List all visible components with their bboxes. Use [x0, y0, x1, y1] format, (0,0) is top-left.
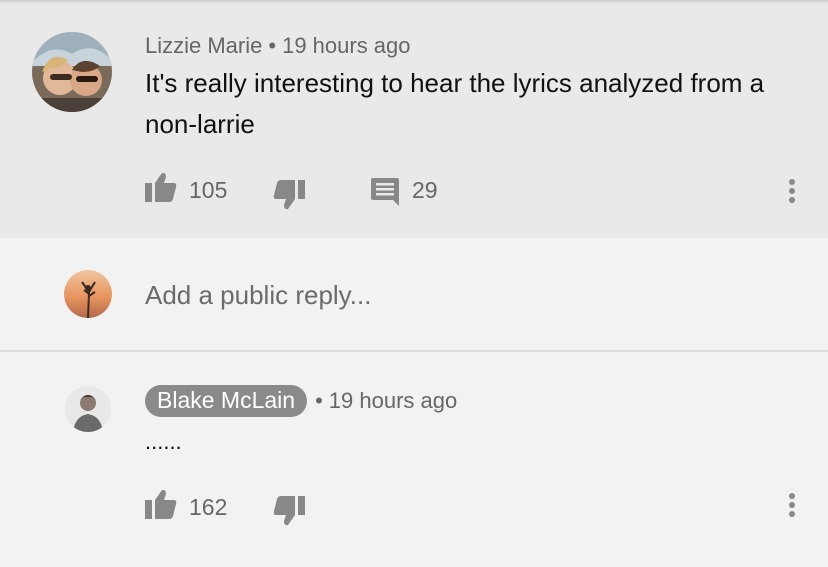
avatar[interactable]: [65, 386, 111, 432]
like-count: 162: [189, 494, 228, 520]
thumbs-up-icon[interactable]: [145, 172, 177, 207]
avatar[interactable]: [32, 32, 112, 112]
divider: [0, 350, 828, 352]
meta-separator: •: [268, 33, 277, 58]
comment-meta: Lizzie Marie • 19 hours ago: [145, 33, 411, 59]
comment-time: 19 hours ago: [282, 33, 411, 58]
comment-text: It's really interesting to hear the lyri…: [145, 68, 765, 139]
reply-author-chip[interactable]: Blake McLain: [145, 385, 308, 417]
reply-input-area: [0, 238, 828, 350]
reply-input[interactable]: Add a public reply...: [145, 280, 371, 311]
comment-author[interactable]: Lizzie Marie: [145, 33, 262, 58]
more-vert-icon[interactable]: [788, 179, 796, 209]
thumbs-down-icon[interactable]: [273, 496, 305, 531]
reply-time: 19 hours ago: [328, 388, 458, 413]
avatar: [64, 270, 112, 318]
thumbs-up-icon[interactable]: [145, 489, 177, 524]
reply-count: 29: [412, 177, 438, 203]
more-vert-icon[interactable]: [788, 493, 796, 523]
comment-icon[interactable]: [371, 178, 399, 211]
reply-meta: Blake McLain • 19 hours ago: [145, 385, 457, 417]
meta-separator: •: [315, 388, 323, 413]
like-count: 105: [189, 177, 228, 203]
thumbs-down-icon[interactable]: [273, 180, 305, 215]
reply-text: ......: [145, 429, 182, 454]
